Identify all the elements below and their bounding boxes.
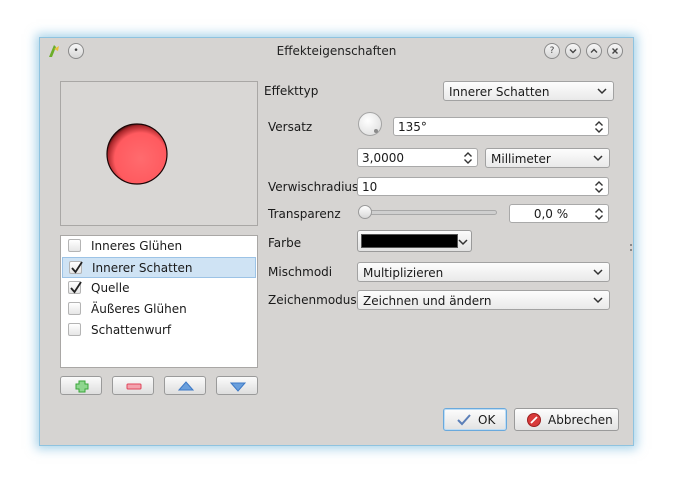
check-icon [70,281,82,294]
spin-arrows-icon[interactable] [594,180,604,194]
transparency-label: Transparenz [268,207,341,221]
draw-mode-value: Zeichnen und ändern [363,294,492,308]
effect-type-value: Innerer Schatten [449,85,550,99]
effect-properties-dialog: • Effekteigenschaften ? Inneres Glühen I… [39,37,634,446]
cancel-icon [527,413,541,427]
effect-list-label: Quelle [91,281,130,295]
draw-mode-label: Zeichenmodus [268,293,357,307]
effect-checkbox[interactable] [69,261,83,274]
effect-list-item[interactable]: Äußeres Glühen [62,299,256,320]
offset-angle-spinbox[interactable]: 135° [393,117,609,136]
help-button[interactable]: ? [544,43,560,59]
transparency-value: 0,0 % [533,207,569,221]
effect-checkbox[interactable] [68,302,81,315]
effect-list-item[interactable]: Schattenwurf [62,320,256,341]
draw-mode-select[interactable]: Zeichnen und ändern [357,290,610,310]
close-button[interactable] [607,43,623,59]
title-bar: • Effekteigenschaften ? [40,38,633,64]
transparency-spinbox[interactable]: 0,0 % [509,204,609,223]
ok-label: OK [478,413,496,427]
chevron-down-icon [597,88,607,95]
minimize-button[interactable] [565,43,581,59]
ok-button[interactable]: OK [443,408,507,431]
angle-dial[interactable] [358,112,382,136]
remove-effect-button[interactable] [112,376,154,395]
effect-list-label: Äußeres Glühen [91,302,187,316]
effect-type-label: Effekttyp [264,84,319,98]
offset-angle-value: 135° [398,120,427,134]
arrow-down-icon [229,382,247,392]
maximize-button[interactable] [586,43,602,59]
chevron-up-icon [590,48,598,53]
chevron-down-icon [593,269,603,276]
splitter-grip[interactable] [630,241,632,251]
effect-list: Inneres Glühen Innerer Schatten Quelle Äuße… [60,235,258,368]
spin-arrows-icon[interactable] [594,120,604,134]
dial-indicator-icon [374,129,378,133]
blur-radius-label: Verwischradius [268,180,359,194]
chevron-down-icon [569,49,577,54]
offset-unit-value: Millimeter [491,152,551,166]
effect-preview [60,81,258,226]
arrow-up-icon [177,381,195,391]
offset-label: Versatz [268,120,313,134]
effect-list-label: Innerer Schatten [92,261,193,275]
transparency-slider-track[interactable] [365,210,497,215]
check-icon [71,261,83,274]
checkmark-icon [457,414,471,426]
add-effect-button[interactable] [60,376,102,395]
effect-list-item[interactable]: Quelle [62,278,256,299]
color-label: Farbe [268,236,302,250]
effect-list-item[interactable]: Inneres Glühen [62,236,256,257]
effect-checkbox[interactable] [68,281,82,294]
cancel-button[interactable]: Abbrechen [514,408,619,431]
plus-icon [75,380,89,393]
move-down-button[interactable] [216,376,258,395]
effect-checkbox[interactable] [68,239,81,252]
spin-arrows-icon[interactable] [594,207,604,221]
color-button[interactable] [357,230,472,252]
blur-radius-value: 10 [362,180,378,194]
close-icon [612,48,618,54]
move-up-button[interactable] [164,376,206,395]
effect-type-select[interactable]: Innerer Schatten [443,81,614,101]
blur-radius-spinbox[interactable]: 10 [357,177,609,196]
offset-distance-spinbox[interactable]: 3,0000 [357,148,478,167]
cancel-label: Abbrechen [548,413,613,427]
transparency-slider-handle[interactable] [358,205,372,219]
preview-circle [106,123,168,185]
color-swatch [361,234,458,248]
chevron-down-icon [593,297,603,304]
effect-checkbox[interactable] [68,323,81,336]
effect-list-item[interactable]: Innerer Schatten [62,257,256,278]
offset-distance-value: 3,0000 [362,151,404,165]
blend-mode-label: Mischmodi [268,265,333,279]
blend-mode-value: Multiplizieren [363,266,444,280]
effect-list-label: Schattenwurf [91,323,172,337]
blend-mode-select[interactable]: Multiplizieren [357,262,610,282]
spin-arrows-icon[interactable] [463,151,473,165]
chevron-down-icon [458,239,468,246]
effect-list-label: Inneres Glühen [91,239,183,253]
minus-icon [126,383,142,390]
offset-unit-select[interactable]: Millimeter [485,148,610,168]
chevron-down-icon [593,155,603,162]
